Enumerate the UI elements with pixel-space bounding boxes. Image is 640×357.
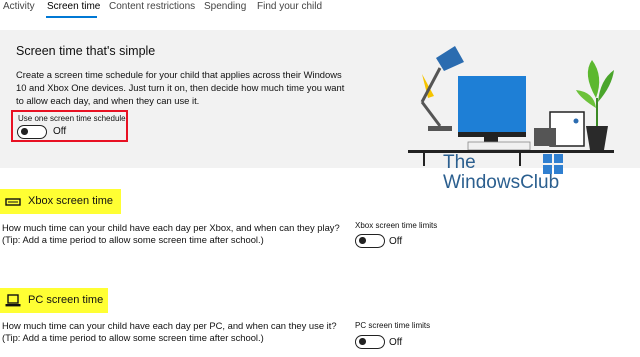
- xbox-limits-toggle[interactable]: [355, 234, 385, 248]
- tab-find-your-child[interactable]: Find your child: [257, 1, 322, 12]
- laptop-icon: [5, 294, 21, 307]
- tab-screen-time[interactable]: Screen time: [47, 1, 100, 12]
- xbox-toggle-state: Off: [389, 236, 403, 247]
- xbox-question: How much time can your child have each d…: [2, 222, 340, 233]
- desk-lamp-icon: [420, 46, 464, 131]
- schedule-toggle-state: Off: [53, 126, 67, 137]
- pc-limits-label: PC screen time limits: [355, 321, 431, 330]
- keyboard-icon: [467, 141, 531, 151]
- monitor-icon: [458, 76, 526, 144]
- xbox-section-title: Xbox screen time: [28, 195, 113, 207]
- tab-bar: Activity Screen time Content restriction…: [0, 0, 640, 22]
- toggle-knob: [359, 338, 366, 345]
- xbox-console-icon: [5, 198, 21, 206]
- hero-description: Create a screen time schedule for your c…: [16, 69, 345, 106]
- pc-question: How much time can your child have each d…: [2, 320, 337, 331]
- schedule-toggle-group: Use one screen time schedule Off: [11, 110, 128, 142]
- pc-section-title: PC screen time: [28, 294, 104, 306]
- schedule-toggle[interactable]: [17, 125, 47, 139]
- pc-section-header: PC screen time: [0, 288, 108, 313]
- tab-spending[interactable]: Spending: [204, 1, 246, 12]
- tab-content-restrictions[interactable]: Content restrictions: [109, 1, 195, 12]
- watermark: The WindowsClub: [443, 152, 583, 196]
- schedule-toggle-label: Use one screen time schedule: [18, 114, 126, 123]
- toggle-knob: [21, 128, 28, 135]
- xbox-tip: (Tip: Add a time period to allow some sc…: [2, 234, 264, 245]
- devices-illustration: [408, 46, 614, 166]
- watermark-line1: The: [443, 152, 476, 173]
- xbox-console-icon: [534, 111, 585, 147]
- pc-tip: (Tip: Add a time period to allow some sc…: [2, 332, 264, 343]
- windowsclub-logo-icon: [543, 154, 563, 174]
- watermark-line2: WindowsClub: [443, 172, 560, 193]
- active-tab-indicator: [46, 16, 97, 18]
- hero-title: Screen time that's simple: [16, 44, 156, 58]
- pc-toggle-state: Off: [389, 337, 403, 348]
- tab-activity[interactable]: Activity: [3, 1, 35, 12]
- toggle-knob: [359, 237, 366, 244]
- xbox-section-header: Xbox screen time: [0, 189, 121, 214]
- pc-limits-toggle[interactable]: [355, 335, 385, 349]
- xbox-limits-label: Xbox screen time limits: [355, 221, 438, 230]
